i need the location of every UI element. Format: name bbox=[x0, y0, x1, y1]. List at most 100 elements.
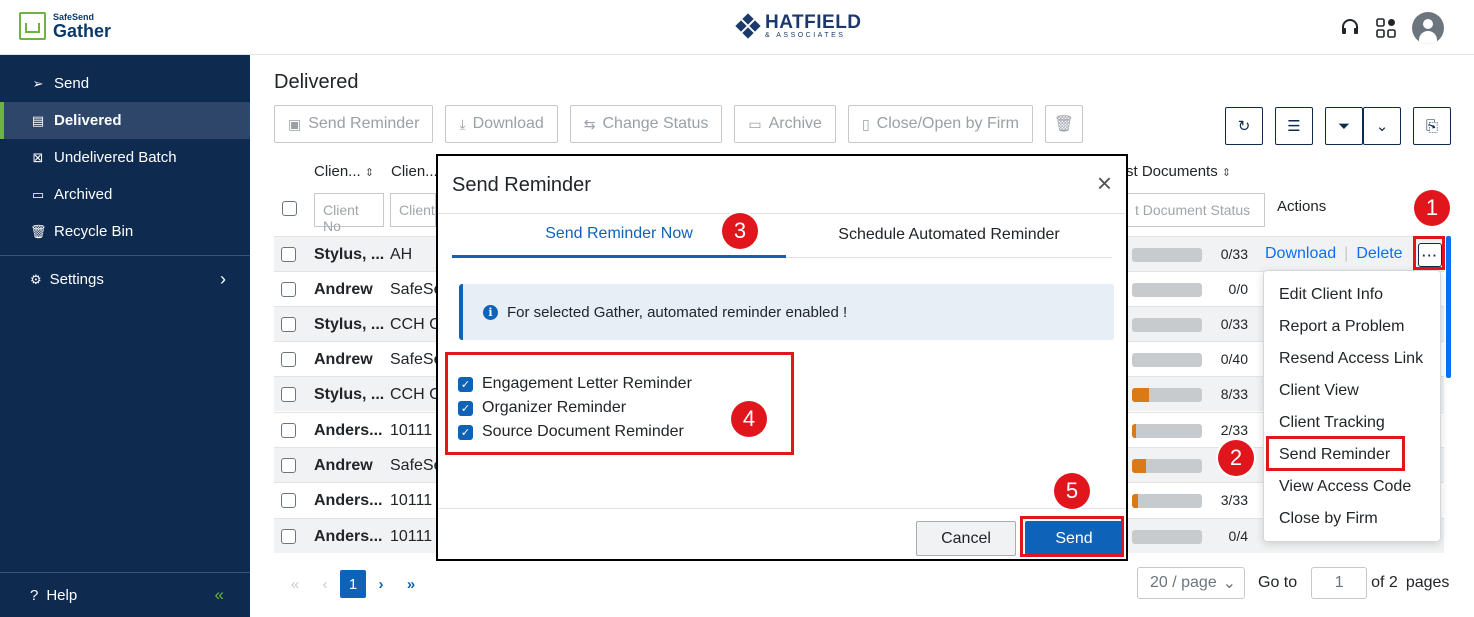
cancel-button[interactable]: Cancel bbox=[916, 521, 1016, 556]
door-icon: ▯ bbox=[861, 115, 870, 132]
close-icon[interactable]: × bbox=[1097, 170, 1112, 196]
page-number-current[interactable]: 1 bbox=[340, 570, 366, 598]
filter-dropdown-button[interactable]: ⌄ bbox=[1363, 107, 1401, 145]
archive-icon: ▭ bbox=[31, 186, 45, 202]
chevron-down-icon: ⌄ bbox=[1375, 118, 1389, 135]
row-checkbox[interactable] bbox=[281, 458, 296, 473]
filter-button[interactable]: ⏷ bbox=[1325, 107, 1363, 145]
modal-footer-divider bbox=[438, 508, 1126, 509]
step-badge-1: 1 bbox=[1414, 190, 1450, 226]
column-header-label: Clien... bbox=[314, 163, 361, 180]
progress-bar bbox=[1132, 353, 1202, 367]
archive-button[interactable]: ▭ Archive bbox=[734, 105, 836, 143]
next-page-button[interactable]: › bbox=[366, 569, 396, 599]
collapse-sidebar-icon[interactable]: « bbox=[215, 585, 224, 605]
client-id: SafeSend bbox=[390, 457, 438, 474]
row-actions-menu: Edit Client Info Report a Problem Resend… bbox=[1263, 270, 1441, 542]
client-name: Anders... bbox=[314, 422, 383, 439]
total-pages-label: of 2 bbox=[1371, 574, 1398, 591]
delete-link[interactable]: Delete bbox=[1356, 245, 1402, 263]
row-checkbox[interactable] bbox=[281, 529, 296, 544]
menu-item-close-by-firm[interactable]: Close by Firm bbox=[1264, 503, 1440, 535]
sidebar-item-settings[interactable]: ⚙ Settings › bbox=[0, 261, 250, 298]
prev-page-button[interactable]: ‹ bbox=[310, 569, 340, 599]
sidebar-item-send[interactable]: ➢ Send bbox=[0, 65, 250, 102]
user-avatar[interactable] bbox=[1412, 12, 1444, 44]
column-header-client[interactable]: Clien... bbox=[391, 163, 438, 180]
menu-item-edit-client-info[interactable]: Edit Client Info bbox=[1264, 279, 1440, 311]
headset-icon[interactable] bbox=[1340, 18, 1360, 38]
refresh-button[interactable]: ↻ bbox=[1225, 107, 1263, 145]
progress-bar bbox=[1132, 459, 1202, 473]
sort-icon: ⇕ bbox=[364, 167, 375, 179]
column-settings-button[interactable]: ☰ bbox=[1275, 107, 1313, 145]
safesend-gather-logo[interactable]: SafeSend Gather bbox=[19, 12, 111, 40]
table-scrollbar[interactable] bbox=[1446, 236, 1451, 378]
page-size-select[interactable]: 20 / page ⌄ bbox=[1137, 567, 1245, 599]
pagination: « ‹ 1 › » bbox=[280, 569, 426, 599]
sidebar: ➢ Send ▤ Delivered ⊠ Undelivered Batch ▭ Arc… bbox=[0, 55, 250, 617]
change-status-button[interactable]: ⇆ Change Status bbox=[569, 105, 723, 143]
row-checkbox[interactable] bbox=[281, 352, 296, 367]
goto-label: Go to bbox=[1258, 574, 1298, 591]
download-link[interactable]: Download bbox=[1265, 245, 1336, 263]
progress-fill bbox=[1132, 388, 1149, 402]
sidebar-item-undelivered-batch[interactable]: ⊠ Undelivered Batch bbox=[0, 139, 250, 176]
calendar-icon: ▣ bbox=[288, 115, 302, 132]
sidebar-item-recycle-bin[interactable]: 🗑 Recycle Bin bbox=[0, 213, 250, 250]
row-checkbox[interactable] bbox=[281, 423, 296, 438]
menu-item-view-access-code[interactable]: View Access Code bbox=[1264, 471, 1440, 503]
download-button[interactable]: ⤓ Download bbox=[445, 105, 558, 143]
sidebar-item-archived[interactable]: ▭ Archived bbox=[0, 176, 250, 213]
menu-item-resend-access-link[interactable]: Resend Access Link bbox=[1264, 343, 1440, 375]
pagination-controls: 20 / page ⌄ Go to 1 of 2 pages bbox=[1137, 567, 1449, 599]
firm-brand: HATFIELD & ASSOCIATES bbox=[735, 13, 862, 39]
row-checkbox[interactable] bbox=[281, 282, 296, 297]
sidebar-item-delivered[interactable]: ▤ Delivered bbox=[0, 102, 250, 139]
archive-label: Archive bbox=[768, 115, 822, 132]
first-page-button[interactable]: « bbox=[280, 569, 310, 599]
column-header-client-name[interactable]: Clien... ⇕ bbox=[314, 163, 374, 180]
select-all-checkbox[interactable] bbox=[282, 201, 297, 216]
sidebar-item-label: Recycle Bin bbox=[54, 223, 134, 240]
document-count: 0/33 bbox=[1220, 246, 1248, 262]
page-size-value: 20 / page bbox=[1150, 574, 1217, 591]
row-checkbox[interactable] bbox=[281, 493, 296, 508]
delete-button[interactable]: 🗑 bbox=[1044, 105, 1083, 143]
row-checkbox[interactable] bbox=[281, 387, 296, 402]
last-page-button[interactable]: » bbox=[396, 569, 426, 599]
highlight-send-button bbox=[1020, 516, 1124, 557]
row-checkbox[interactable] bbox=[281, 317, 296, 332]
source-document-status-filter[interactable]: t Document Status bbox=[1126, 193, 1265, 227]
client-name: Andrew bbox=[314, 281, 373, 298]
column-header-label: Clien... bbox=[391, 163, 438, 180]
row-checkbox[interactable] bbox=[281, 247, 296, 262]
goto-page-input[interactable]: 1 bbox=[1311, 567, 1368, 599]
toolbar: ▣ Send Reminder ⤓ Download ⇆ Change Status … bbox=[274, 105, 1083, 143]
step-badge-5: 5 bbox=[1054, 473, 1090, 509]
apps-grid-icon[interactable] bbox=[1376, 18, 1396, 38]
client-name: Andrew bbox=[314, 457, 373, 474]
menu-item-client-view[interactable]: Client View bbox=[1264, 375, 1440, 407]
client-no-filter-input[interactable]: Client No bbox=[314, 193, 384, 234]
close-open-by-firm-button[interactable]: ▯ Close/Open by Firm bbox=[847, 105, 1033, 143]
column-header-source-documents[interactable]: st Documents ⇕ bbox=[1126, 163, 1231, 180]
menu-item-client-tracking[interactable]: Client Tracking bbox=[1264, 407, 1440, 439]
gather-logo-icon bbox=[19, 12, 46, 40]
menu-item-report-problem[interactable]: Report a Problem bbox=[1264, 311, 1440, 343]
step-badge-4: 4 bbox=[731, 401, 767, 437]
client-name: Anders... bbox=[314, 528, 383, 545]
info-icon: i bbox=[483, 304, 498, 320]
sidebar-divider bbox=[0, 255, 250, 256]
export-button[interactable]: ⎘ bbox=[1413, 107, 1451, 145]
client-id: 10111 bbox=[390, 492, 433, 509]
send-reminder-button[interactable]: ▣ Send Reminder bbox=[274, 105, 434, 143]
tab-schedule-automated-reminder[interactable]: Schedule Automated Reminder bbox=[786, 213, 1112, 258]
sidebar-item-label: Settings bbox=[49, 271, 104, 288]
divider: | bbox=[1344, 245, 1349, 262]
step-badge-2: 2 bbox=[1218, 440, 1254, 476]
document-count: 0/40 bbox=[1220, 351, 1248, 367]
help-link[interactable]: ? Help « bbox=[0, 572, 250, 617]
change-status-label: Change Status bbox=[602, 115, 709, 132]
client-filter-input[interactable]: Client bbox=[390, 193, 436, 227]
